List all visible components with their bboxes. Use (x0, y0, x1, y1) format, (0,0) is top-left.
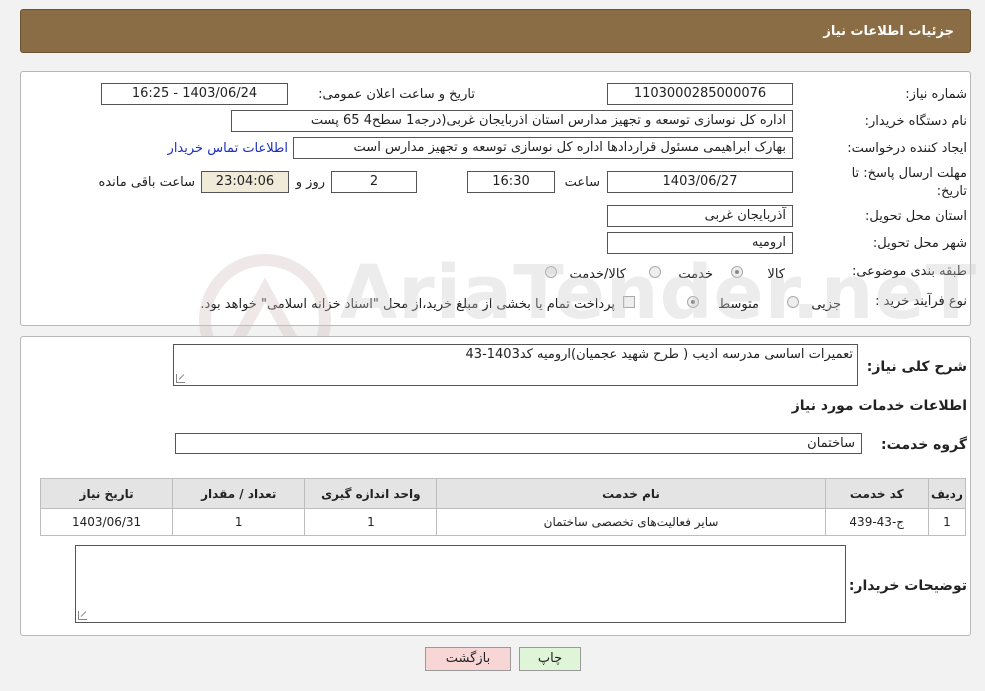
watermark-text: AriaTender.neT (340, 250, 978, 336)
service-group-label: گروه خدمت: (881, 437, 967, 453)
cell-row-number: 1 (927, 508, 967, 536)
buyer-notes-label: توضیحات خریدار: (848, 578, 967, 594)
need-number-label: شماره نیاز: (905, 87, 967, 102)
announce-label: تاریخ و ساعت اعلان عمومی: (318, 87, 475, 102)
summary-text: تعمیرات اساسی مدرسه ادیب ( طرح شهید عجمی… (465, 347, 853, 362)
days-remaining-field: 2 (331, 171, 417, 193)
province-field: آذربایجان غربی (607, 205, 793, 227)
deadline-time-field: 16:30 (467, 171, 555, 193)
creator-label: ایجاد کننده درخواست: (847, 141, 967, 156)
col-unit: واحد اندازه گیری (304, 478, 438, 509)
cell-service-code: ج-43-439 (824, 508, 929, 536)
services-title: اطلاعات خدمات مورد نیاز (791, 398, 967, 414)
buyer-notes-textarea[interactable] (75, 545, 846, 623)
resize-grip-icon[interactable] (176, 374, 185, 383)
cell-unit: 1 (304, 508, 438, 536)
col-row-number: ردیف (927, 478, 967, 509)
col-service-code: کد خدمت (824, 478, 929, 509)
cell-service-name: سایر فعالیت‌های تخصصی ساختمان (436, 508, 826, 536)
city-label: شهر محل تحویل: (872, 236, 967, 251)
service-group-field: ساختمان (175, 433, 862, 454)
buyer-org-field: اداره کل نوسازی توسعه و تجهیز مدارس استا… (231, 110, 793, 132)
print-button[interactable]: چاپ (519, 647, 581, 671)
table-row: 1 ج-43-439 سایر فعالیت‌های تخصصی ساختمان… (39, 508, 967, 536)
deadline-label: مهلت ارسال پاسخ: تا تاریخ: (851, 166, 967, 199)
summary-textarea[interactable]: تعمیرات اساسی مدرسه ادیب ( طرح شهید عجمی… (173, 344, 858, 386)
creator-field: بهارک ابراهیمی مسئول قراردادها اداره کل … (293, 137, 793, 159)
services-table: ردیف کد خدمت نام خدمت واحد اندازه گیری ت… (39, 478, 967, 536)
buyer-org-label: نام دستگاه خریدار: (864, 114, 967, 129)
col-need-date: تاریخ نیاز (39, 478, 174, 509)
buyer-contact-link[interactable]: اطلاعات تماس خریدار (168, 141, 288, 156)
deadline-time-label: ساعت (564, 175, 600, 190)
cell-quantity: 1 (172, 508, 306, 536)
cell-need-date: 1403/06/31 (39, 508, 174, 536)
col-service-name: نام خدمت (436, 478, 826, 509)
page-title: جزئیات اطلاعات نیاز (823, 24, 954, 39)
announce-datetime-field: 1403/06/24 - 16:25 (101, 83, 288, 105)
page-header: جزئیات اطلاعات نیاز (20, 9, 971, 53)
remaining-time-label: ساعت باقی مانده (98, 175, 195, 190)
resize-grip-icon[interactable] (78, 611, 87, 620)
col-quantity: تعداد / مقدار (172, 478, 306, 509)
deadline-date-field: 1403/06/27 (607, 171, 793, 193)
summary-label: شرح کلی نیاز: (866, 359, 967, 375)
days-label: روز و (295, 175, 325, 190)
remaining-time-field: 23:04:06 (201, 171, 289, 193)
need-number-field: 1103000285000076 (607, 83, 793, 105)
back-button[interactable]: بازگشت (425, 647, 511, 671)
province-label: استان محل تحویل: (865, 209, 967, 224)
table-header-row: ردیف کد خدمت نام خدمت واحد اندازه گیری ت… (39, 478, 967, 509)
